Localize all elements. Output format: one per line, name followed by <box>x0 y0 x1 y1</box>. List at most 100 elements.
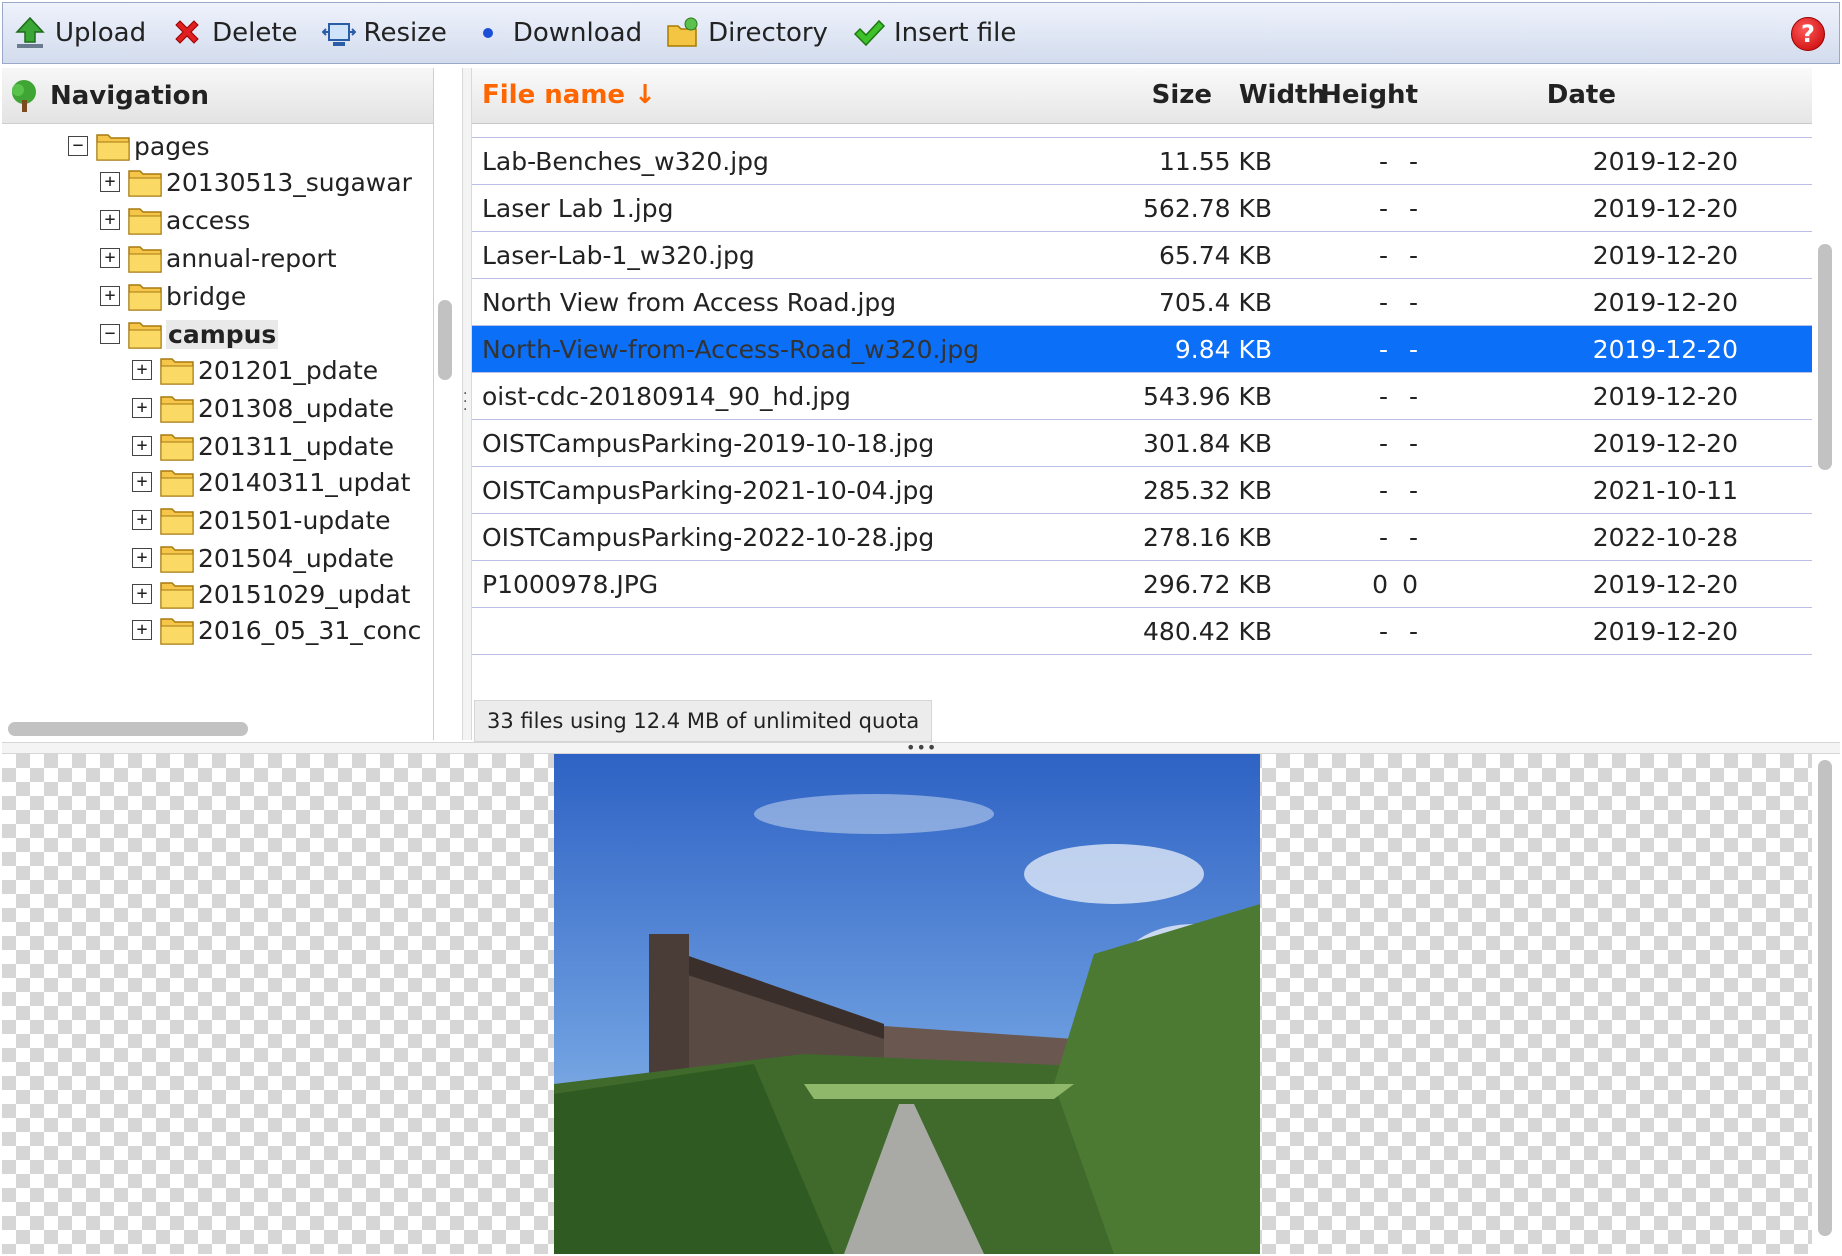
folder-icon <box>128 284 162 311</box>
folder-icon <box>160 508 194 535</box>
file-date: 2019-12-20 <box>1592 335 1738 364</box>
navigation-panel: Navigation − pages +20130513_sugawar + acces… <box>2 68 434 740</box>
tree-item[interactable]: +20130513_sugawar <box>100 162 412 202</box>
tree-item-label: 20151029_updat <box>198 579 411 609</box>
help-icon[interactable]: ? <box>1791 17 1825 51</box>
expand-icon[interactable]: + <box>100 248 120 268</box>
file-width: - <box>1378 194 1388 223</box>
tree-item[interactable]: + annual-report <box>100 238 337 278</box>
tree-item[interactable]: + bridge <box>100 276 246 316</box>
folder-icon <box>160 470 194 497</box>
file-date: 2019-12-20 <box>1592 617 1738 646</box>
column-size[interactable]: Size <box>1152 80 1212 110</box>
expand-icon[interactable]: + <box>132 472 152 492</box>
upload-icon <box>13 16 47 50</box>
file-row[interactable]: Laser-Lab-1_w320.jpg 65.74 KB - - 2019-12-20 <box>472 232 1812 279</box>
file-date: 2021-10-11 <box>1592 476 1738 505</box>
file-height: - <box>1408 147 1418 176</box>
expand-icon[interactable]: + <box>132 436 152 456</box>
resize-button[interactable]: Resize <box>312 3 461 63</box>
image-preview <box>2 754 1812 1254</box>
folder-icon <box>160 358 194 385</box>
file-row[interactable]: 480.42 KB - - 2019-12-20 <box>472 608 1812 655</box>
checkmark-icon <box>852 16 886 50</box>
collapse-icon[interactable]: − <box>68 136 88 156</box>
expand-icon[interactable]: + <box>100 210 120 230</box>
file-list: Lab-Benches_w320.jpg 11.55 KB - -2019-12-20… <box>472 68 1812 740</box>
folder-icon <box>128 170 162 197</box>
preview-scrollbar[interactable] <box>1818 760 1832 1236</box>
file-name: oist-cdc-20180914_90_hd.jpg <box>482 382 851 411</box>
file-list-scrollbar[interactable] <box>1818 244 1832 470</box>
file-row[interactable]: OISTCampusParking-2022-10-28.jpg 278.16 K… <box>472 514 1812 561</box>
expand-icon[interactable]: + <box>132 398 152 418</box>
tree-item[interactable]: +201501-update <box>132 500 391 540</box>
file-date: 2019-12-20 <box>1592 429 1738 458</box>
directory-button[interactable]: Directory <box>656 3 842 63</box>
tree-item[interactable]: +20151029_updat <box>132 574 410 614</box>
tree-item[interactable]: + access <box>100 200 250 240</box>
file-row[interactable]: P1000978.JPG 296.72 KB 0 0 2019-12-20 <box>472 561 1812 608</box>
collapse-icon[interactable]: − <box>100 324 120 344</box>
expand-icon[interactable]: + <box>132 584 152 604</box>
column-file-name[interactable]: File name ↓ <box>482 80 656 110</box>
file-name: OISTCampusParking-2021-10-04.jpg <box>482 476 935 505</box>
tree-item[interactable]: − pages <box>68 126 209 166</box>
file-row[interactable]: North-View-from-Access-Road_w320.jpg 9.84… <box>472 326 1812 373</box>
partial-row <box>472 124 1812 138</box>
download-button[interactable]: Download <box>461 3 656 63</box>
tree-item[interactable]: +2016_05_31_conc <box>132 610 421 650</box>
tree-item[interactable]: +201201_pdate <box>132 350 378 390</box>
expand-icon[interactable]: + <box>132 360 152 380</box>
file-size: 562.78 KB <box>1143 194 1272 223</box>
upload-button[interactable]: Upload <box>3 3 160 63</box>
file-date: 2019-12-20 <box>1592 382 1738 411</box>
expand-icon[interactable]: + <box>100 172 120 192</box>
file-row[interactable]: North View from Access Road.jpg 705.4 KB -… <box>472 279 1812 326</box>
column-date[interactable]: Date <box>1547 80 1616 110</box>
tree-item[interactable]: +201311_update <box>132 426 394 466</box>
expand-icon[interactable]: + <box>100 286 120 306</box>
delete-button[interactable]: Delete <box>160 3 311 63</box>
delete-icon <box>170 16 204 50</box>
file-date: 2022-10-28 <box>1592 523 1738 552</box>
file-row[interactable]: oist-cdc-20180914_90_hd.jpg 543.96 KB - - 20… <box>472 373 1812 420</box>
download-label: Download <box>512 18 643 48</box>
file-row[interactable]: Lab-Benches_w320.jpg 11.55 KB - - 2019-12-20 <box>472 138 1812 185</box>
expand-icon[interactable]: + <box>132 620 152 640</box>
file-name: P1000978.JPG <box>482 570 659 599</box>
nav-horizontal-scrollbar[interactable] <box>8 722 248 736</box>
directory-label: Directory <box>708 18 828 48</box>
file-list-header: File name ↓ Size Width Height Date <box>472 68 1812 124</box>
file-name: North-View-from-Access-Road_w320.jpg <box>482 335 980 364</box>
file-height: - <box>1408 194 1418 223</box>
file-row[interactable]: Laser Lab 1.jpg 562.78 KB - - 2019-12-20 <box>472 185 1812 232</box>
status-bar: 33 files using 12.4 MB of unlimited quot… <box>474 700 933 742</box>
preview-image <box>554 754 1260 1254</box>
expand-icon[interactable]: + <box>132 510 152 530</box>
file-size: 480.42 KB <box>1143 617 1272 646</box>
tree-item[interactable]: − campus <box>100 314 279 354</box>
file-name: OISTCampusParking-2019-10-18.jpg <box>482 429 935 458</box>
column-height[interactable]: Height <box>1320 80 1418 110</box>
expand-icon[interactable]: + <box>132 548 152 568</box>
nav-vertical-scrollbar[interactable] <box>438 300 452 380</box>
tree-item-label: 201308_update <box>198 393 395 423</box>
navigation-title: Navigation <box>50 80 210 111</box>
tree-item[interactable]: +201504_update <box>132 538 394 578</box>
file-width: - <box>1378 241 1388 270</box>
resize-label: Resize <box>363 18 447 48</box>
file-width: - <box>1378 147 1388 176</box>
folder-icon <box>128 246 162 273</box>
tree-item[interactable]: +20140311_updat <box>132 462 410 502</box>
file-row[interactable]: OISTCampusParking-2021-10-04.jpg 285.32 K… <box>472 467 1812 514</box>
insert-file-button[interactable]: Insert file <box>842 3 1030 63</box>
tree-item-label: bridge <box>166 281 247 311</box>
file-row[interactable]: OISTCampusParking-2019-10-18.jpg 301.84 K… <box>472 420 1812 467</box>
tree-item[interactable]: +201308_update <box>132 388 394 428</box>
file-size: 301.84 KB <box>1143 429 1272 458</box>
file-size: 285.32 KB <box>1143 476 1272 505</box>
column-width[interactable]: Width <box>1239 80 1326 110</box>
download-icon <box>471 16 505 50</box>
file-height: - <box>1408 523 1418 552</box>
